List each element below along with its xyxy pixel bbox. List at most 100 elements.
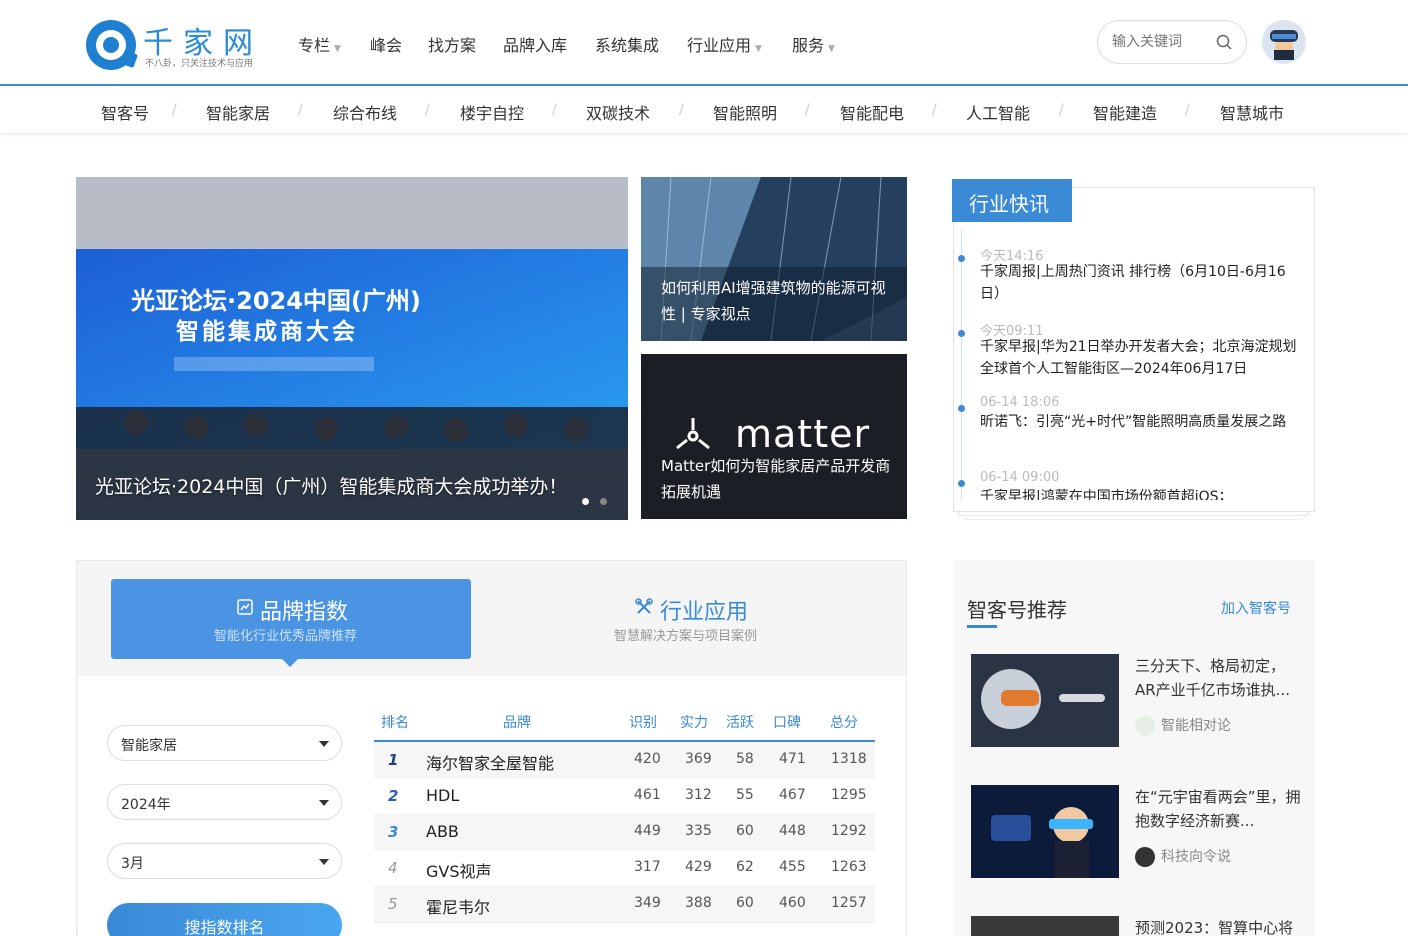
category-item[interactable]: 智慧城市 bbox=[1220, 100, 1284, 124]
total-score: 1263 bbox=[831, 859, 867, 875]
table-row[interactable]: 5 霍尼韦尔 349 388 60 460 1257 bbox=[374, 886, 875, 922]
category-item[interactable]: 智能建造 bbox=[1093, 100, 1157, 124]
year-select[interactable]: 2024年 bbox=[107, 784, 342, 820]
news-title[interactable]: 千家早报|鸿蒙在中国市场份额首超iOS； bbox=[980, 486, 1300, 500]
column-header: 排名 bbox=[381, 715, 409, 731]
rank: 1 bbox=[388, 751, 399, 769]
total-score: 1295 bbox=[831, 787, 867, 803]
search-input[interactable] bbox=[1112, 32, 1212, 52]
column-header: 活跃 bbox=[726, 715, 754, 731]
hero-carousel[interactable]: 光亚论坛·2024中国(广州) 智能集成商大会 光亚论坛·2024中国（广州）智… bbox=[76, 177, 628, 520]
score: 429 bbox=[685, 859, 712, 875]
score: 455 bbox=[779, 859, 806, 875]
category-item[interactable]: 人工智能 bbox=[966, 100, 1030, 124]
article-thumbnail[interactable] bbox=[971, 916, 1119, 936]
article-title[interactable]: 在“元宇宙看两会”里，拥抱数字经济新赛... bbox=[1135, 785, 1305, 833]
author-name: 科技向令说 bbox=[1161, 849, 1231, 865]
news-time: 06-14 09:00 bbox=[980, 470, 1060, 485]
news-title[interactable]: 昕诺飞：引亮“光+时代”智能照明高质量发展之路 bbox=[980, 411, 1300, 433]
article-title[interactable]: 三分天下、格局初定，AR产业千亿市场谁执... bbox=[1135, 654, 1305, 702]
brand-name[interactable]: HDL bbox=[426, 786, 459, 805]
tab-brand-index-title: 品牌指数 bbox=[260, 600, 349, 625]
column-header: 总分 bbox=[830, 715, 858, 731]
category-nav: 智客号 / 智能家居 / 综合布线 / 楼宇自控 / 双碳技术 / 智能照明 /… bbox=[0, 88, 1408, 134]
month-select[interactable]: 3月 bbox=[107, 843, 342, 879]
nav-item-column[interactable]: 专栏 ▼ bbox=[298, 32, 341, 56]
separator: / bbox=[552, 102, 557, 118]
nav-label: 服务 bbox=[792, 36, 825, 55]
brand-name[interactable]: 霍尼韦尔 bbox=[426, 894, 490, 918]
nav-label: 系统集成 bbox=[595, 36, 660, 55]
search-index-button[interactable]: 搜指数排名 bbox=[107, 903, 342, 936]
category-item[interactable]: 智能家居 bbox=[206, 100, 270, 124]
nav-item-service[interactable]: 服务 ▼ bbox=[792, 32, 835, 56]
category-select[interactable]: 智能家居 bbox=[107, 725, 342, 761]
category-item[interactable]: 综合布线 bbox=[333, 100, 397, 124]
brand-name[interactable]: ABB bbox=[426, 822, 459, 841]
news-title[interactable]: 千家周报|上周热门资讯 排行榜（6月10日-6月16日） bbox=[980, 261, 1300, 305]
nav-item-industry[interactable]: 行业应用 ▼ bbox=[687, 32, 762, 56]
feature-card[interactable]: 如何利用AI增强建筑物的能源可视性 | 专家视点 bbox=[641, 177, 907, 341]
tab-brand-index-subtitle: 智能化行业优秀品牌推荐 bbox=[214, 629, 358, 644]
timeline-dot bbox=[958, 405, 965, 412]
separator: / bbox=[298, 102, 303, 118]
hero-caption[interactable]: 光亚论坛·2024中国（广州）智能集成商大会成功举办！ bbox=[95, 472, 567, 499]
chevron-down-icon: ▼ bbox=[334, 44, 341, 54]
chevron-down-icon bbox=[319, 800, 329, 806]
category-item[interactable]: 楼宇自控 bbox=[460, 100, 524, 124]
article-author[interactable]: 智能相对论 bbox=[1135, 715, 1231, 736]
timeline-dot bbox=[958, 330, 965, 337]
feature-caption: 如何利用AI增强建筑物的能源可视性 | 专家视点 bbox=[661, 279, 886, 323]
table-row[interactable]: 1 海尔智家全屋智能 420 369 58 471 1318 bbox=[374, 742, 875, 778]
chevron-down-icon bbox=[319, 859, 329, 865]
carousel-dot-active[interactable] bbox=[582, 498, 589, 505]
nav-label: 品牌入库 bbox=[503, 36, 568, 55]
flash-news-tab[interactable]: 行业快讯 bbox=[952, 179, 1072, 222]
search-icon[interactable] bbox=[1216, 34, 1232, 50]
score: 420 bbox=[634, 751, 661, 767]
feature-card[interactable]: matter Matter如何为智能家居产品开发商拓展机遇 bbox=[641, 354, 907, 519]
nav-item-solutions[interactable]: 找方案 bbox=[428, 32, 476, 56]
score: 60 bbox=[736, 895, 754, 911]
brand-name[interactable]: 海尔智家全屋智能 bbox=[426, 750, 554, 774]
category-item[interactable]: 智能配电 bbox=[840, 100, 904, 124]
category-item[interactable]: 智客号 bbox=[101, 100, 149, 124]
rank: 3 bbox=[388, 823, 399, 841]
nav-item-integration[interactable]: 系统集成 bbox=[595, 32, 659, 56]
category-item[interactable]: 智能照明 bbox=[713, 100, 777, 124]
chevron-down-icon bbox=[319, 741, 329, 747]
score: 62 bbox=[736, 859, 754, 875]
article-thumbnail[interactable] bbox=[971, 785, 1119, 878]
timeline-dot bbox=[958, 480, 965, 487]
article-title[interactable]: 预测2023：智算中心将 bbox=[1135, 916, 1305, 936]
score: 471 bbox=[779, 751, 806, 767]
news-title[interactable]: 千家早报|华为21日举办开发者大会；北京海淀规划全球首个人工智能街区—2024年… bbox=[980, 336, 1300, 380]
nav-item-brands[interactable]: 品牌入库 bbox=[503, 32, 567, 56]
author-avatar bbox=[1135, 847, 1155, 867]
hero-image: 光亚论坛·2024中国(广州) 智能集成商大会 bbox=[76, 177, 628, 520]
separator: / bbox=[425, 102, 430, 118]
tab-industry-apps[interactable]: 行业应用 bbox=[660, 594, 748, 626]
stack-shadow bbox=[958, 512, 1308, 516]
carousel-dot[interactable] bbox=[600, 498, 607, 505]
table-row[interactable]: 4 GVS视声 317 429 62 455 1263 bbox=[374, 850, 875, 886]
select-value: 2024年 bbox=[121, 797, 171, 813]
column-header: 实力 bbox=[680, 715, 708, 731]
author-name: 智能相对论 bbox=[1161, 718, 1231, 734]
score: 448 bbox=[779, 823, 806, 839]
category-item[interactable]: 双碳技术 bbox=[586, 100, 650, 124]
author-avatar bbox=[1135, 716, 1155, 736]
banner-line2: 智能集成商大会 bbox=[176, 318, 358, 345]
timeline-dot bbox=[958, 255, 965, 262]
nav-item-summit[interactable]: 峰会 bbox=[370, 32, 402, 56]
title-underline bbox=[967, 625, 997, 628]
article-thumbnail[interactable] bbox=[971, 654, 1119, 747]
table-row[interactable]: 3 ABB 449 335 60 448 1292 bbox=[374, 814, 875, 850]
brand-name[interactable]: GVS视声 bbox=[426, 858, 492, 882]
join-link[interactable]: 加入智客号 bbox=[1221, 598, 1291, 618]
chevron-down-icon: ▼ bbox=[755, 44, 762, 54]
column-header: 口碑 bbox=[773, 715, 801, 731]
article-author[interactable]: 科技向令说 bbox=[1135, 846, 1231, 867]
table-row[interactable]: 2 HDL 461 312 55 467 1295 bbox=[374, 778, 875, 814]
user-avatar[interactable] bbox=[1262, 20, 1306, 64]
